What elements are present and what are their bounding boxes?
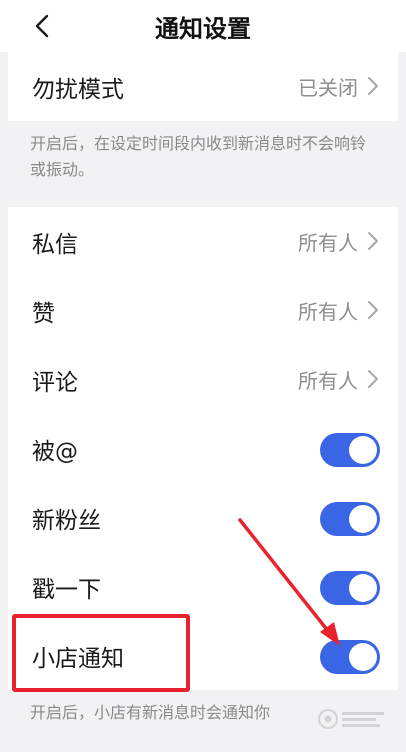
dnd-row[interactable]: 勿扰模式 已关闭 xyxy=(8,52,398,121)
row-label: 私信 xyxy=(32,231,78,258)
dnd-value: 已关闭 xyxy=(298,76,358,100)
annotation-highlight-box xyxy=(12,614,190,692)
row-label: 戳一下 xyxy=(32,576,101,603)
chevron-right-icon xyxy=(368,370,378,388)
row-label: 被@ xyxy=(32,438,78,465)
shop-notifications-toggle[interactable] xyxy=(320,640,380,674)
new-followers-toggle[interactable] xyxy=(320,502,380,536)
chevron-right-icon xyxy=(368,301,378,319)
row-label: 新粉丝 xyxy=(32,507,101,534)
page-title: 通知设置 xyxy=(155,15,251,43)
row-value: 所有人 xyxy=(298,369,358,393)
poke-toggle[interactable] xyxy=(320,571,380,605)
row-value: 所有人 xyxy=(298,300,358,324)
row-poke: 戳一下 xyxy=(8,552,398,621)
row-new-followers: 新粉丝 xyxy=(8,483,398,552)
toggle-knob xyxy=(349,574,377,602)
toggle-knob xyxy=(349,505,377,533)
toggle-knob xyxy=(349,643,377,671)
top-bar: 通知设置 xyxy=(0,0,406,52)
mentions-toggle[interactable] xyxy=(320,433,380,467)
toggle-knob xyxy=(349,436,377,464)
chevron-right-icon xyxy=(368,77,378,95)
row-value: 所有人 xyxy=(298,231,358,255)
row-label: 评论 xyxy=(32,369,78,396)
watermark-logo xyxy=(318,709,384,729)
row-mentions: 被@ xyxy=(8,414,398,483)
dnd-note: 开启后，在设定时间段内收到新消息时不会响铃或振动。 xyxy=(8,121,398,207)
row-private-message[interactable]: 私信 所有人 xyxy=(8,207,398,276)
row-comments[interactable]: 评论 所有人 xyxy=(8,345,398,414)
row-label: 赞 xyxy=(32,300,55,327)
chevron-right-icon xyxy=(368,232,378,250)
row-likes[interactable]: 赞 所有人 xyxy=(8,276,398,345)
dnd-label: 勿扰模式 xyxy=(32,76,124,103)
